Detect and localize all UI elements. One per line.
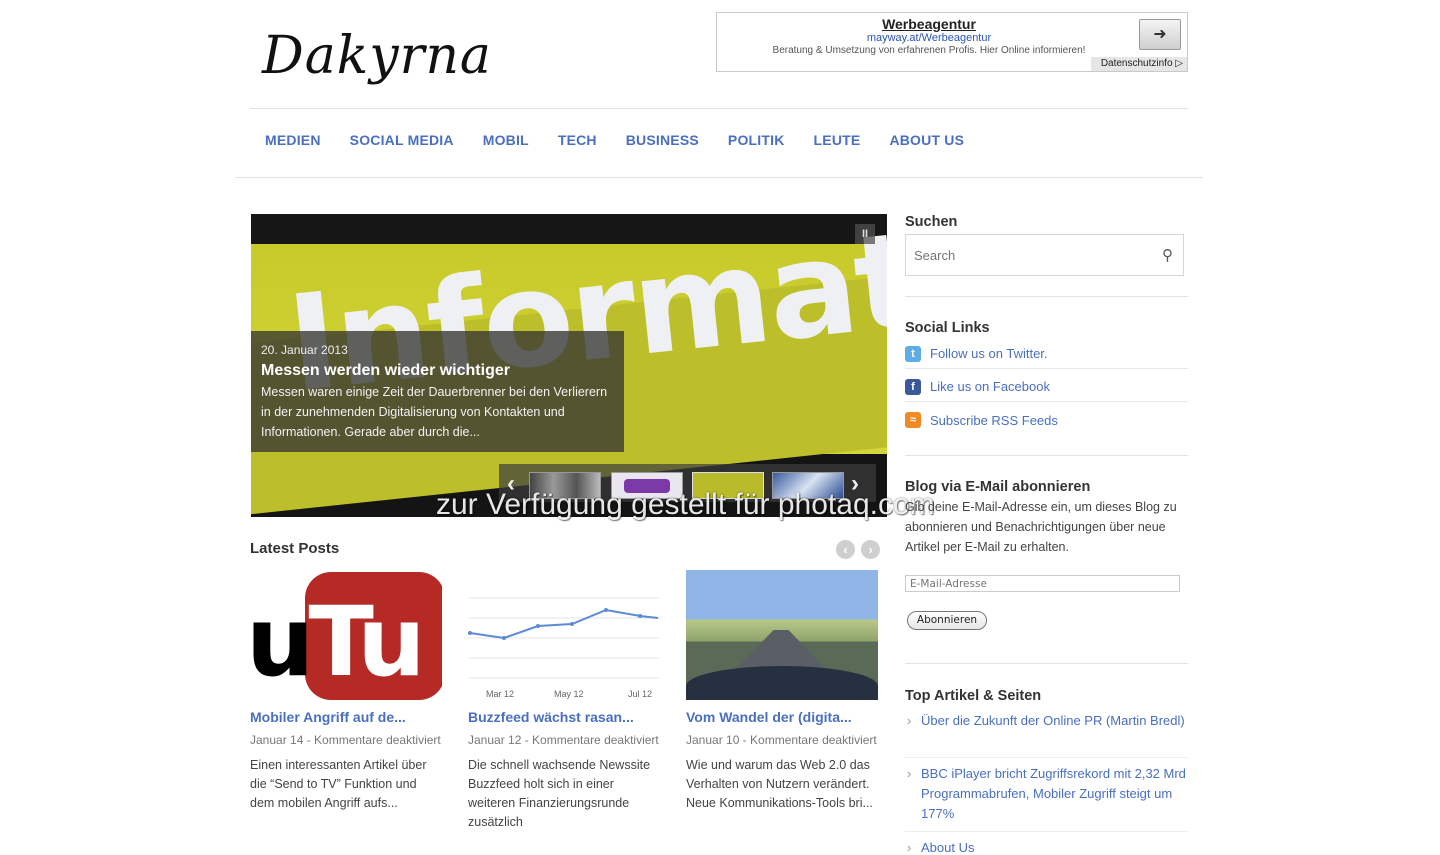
nav-divider xyxy=(235,177,1203,178)
top-article-link[interactable]: BBC iPlayer bricht Zugriffsrekord mit 2,… xyxy=(921,766,1186,821)
chart-tick-label: May 12 xyxy=(554,689,584,699)
rss-icon: ≈ xyxy=(905,412,921,428)
chevron-right-icon: › xyxy=(907,766,912,781)
top-article-item[interactable]: › BBC iPlayer bricht Zugriffsrekord mit … xyxy=(905,764,1188,824)
post-excerpt: Wie und warum das Web 2.0 das Verhalten … xyxy=(686,758,873,810)
top-article-item[interactable]: › Über die Zukunft der Online PR (Martin… xyxy=(905,711,1188,731)
chart-tick-label: Mar 12 xyxy=(486,689,514,699)
nav-mobil[interactable]: MOBIL xyxy=(483,132,529,148)
post-excerpt: Die schnell wachsende Newssite Buzzfeed … xyxy=(468,758,651,829)
social-links-title: Social Links xyxy=(905,320,990,336)
post-thumbnail[interactable]: Mar 12 May 12 Jul 12 xyxy=(468,570,660,700)
facebook-icon: f xyxy=(905,378,921,395)
email-field[interactable] xyxy=(905,575,1180,592)
pause-icon[interactable]: II xyxy=(855,224,875,244)
ad-url[interactable]: mayway.at/Werbeagentur xyxy=(717,32,1141,44)
post-card[interactable]: Vom Wandel der (digita... Januar 10 - Ko… xyxy=(686,570,878,813)
nav-business[interactable]: BUSINESS xyxy=(626,132,699,148)
search-box: ⚲ xyxy=(905,234,1184,276)
search-input[interactable] xyxy=(906,235,1136,275)
header-divider xyxy=(250,108,1188,109)
car-hood-image xyxy=(686,666,878,700)
post-meta: Januar 10 - Kommentare deaktiviert xyxy=(686,733,877,747)
chevron-left-icon[interactable]: ‹ xyxy=(836,540,855,559)
post-title[interactable]: Mobiler Angriff auf de... xyxy=(250,709,442,725)
list-divider xyxy=(905,831,1188,832)
nav-tech[interactable]: TECH xyxy=(558,132,597,148)
social-link-facebook[interactable]: f Like us on Facebook xyxy=(905,372,1188,402)
chevron-right-icon[interactable]: › xyxy=(861,540,880,559)
slide-date: 20. Januar 2013 xyxy=(261,343,348,357)
subscribe-button[interactable]: Abonnieren xyxy=(907,611,987,630)
nav-social-media[interactable]: SOCIAL MEDIA xyxy=(350,132,454,148)
chart-tick-label: Jul 12 xyxy=(628,689,652,699)
social-link-rss[interactable]: ≈ Subscribe RSS Feeds xyxy=(905,405,1188,435)
ad-privacy-info[interactable]: Datenschutzinfo ▷ xyxy=(1090,57,1187,71)
sidebar-divider xyxy=(905,296,1188,297)
nav-leute[interactable]: LEUTE xyxy=(814,132,861,148)
top-articles-title: Top Artikel & Seiten xyxy=(905,688,1042,704)
post-title[interactable]: Buzzfeed wächst rasan... xyxy=(468,709,660,725)
top-article-link[interactable]: About Us xyxy=(921,840,974,855)
post-thumbnail[interactable] xyxy=(686,570,878,700)
nav-politik[interactable]: POLITIK xyxy=(728,132,785,148)
top-article-item[interactable]: › About Us xyxy=(905,838,1188,855)
email-subscribe-title: Blog via E-Mail abonnieren xyxy=(905,479,1091,495)
twitter-link[interactable]: Follow us on Twitter. xyxy=(930,346,1048,361)
latest-posts-nav: ‹ › xyxy=(836,540,880,559)
search-widget-title: Suchen xyxy=(905,214,958,230)
rss-link[interactable]: Subscribe RSS Feeds xyxy=(930,413,1058,428)
site-logo[interactable]: Dakyrna xyxy=(262,26,532,96)
main-nav: MEDIEN SOCIAL MEDIA MOBIL TECH BUSINESS … xyxy=(265,132,993,148)
line-chart-thumbnail: Mar 12 May 12 Jul 12 xyxy=(468,597,660,699)
chevron-right-icon: › xyxy=(907,840,912,855)
social-link-twitter[interactable]: t Follow us on Twitter. xyxy=(905,339,1188,369)
twitter-icon: t xyxy=(905,345,921,362)
featured-slider[interactable]: Information II 20. Januar 2013 Messen we… xyxy=(251,214,887,517)
ad-title[interactable]: Werbeagentur xyxy=(717,16,1141,32)
list-divider xyxy=(905,757,1188,758)
post-card[interactable]: Mar 12 May 12 Jul 12 Buzzfeed wächst ras… xyxy=(468,570,660,832)
slide-caption[interactable]: 20. Januar 2013 Messen werden wieder wic… xyxy=(251,331,624,452)
ad-banner[interactable]: Werbeagentur mayway.at/Werbeagentur Bera… xyxy=(716,12,1188,72)
post-title[interactable]: Vom Wandel der (digita... xyxy=(686,709,878,725)
slide-excerpt: Messen waren einige Zeit der Dauerbrenne… xyxy=(261,385,608,439)
nav-medien[interactable]: MEDIEN xyxy=(265,132,321,148)
top-article-link[interactable]: Über die Zukunft der Online PR (Martin B… xyxy=(921,713,1185,728)
latest-posts-title: Latest Posts xyxy=(250,540,340,557)
chevron-right-icon: › xyxy=(907,713,912,728)
slide-title[interactable]: Messen werden wieder wichtiger xyxy=(261,362,614,380)
post-meta: Januar 12 - Kommentare deaktiviert xyxy=(468,733,659,747)
post-excerpt: Einen interessanten Artikel über die “Se… xyxy=(250,758,427,810)
ad-description: Beratung & Umsetzung von erfahrenen Prof… xyxy=(772,45,1086,56)
post-thumbnail[interactable]: uTu xyxy=(250,570,442,700)
post-meta: Januar 14 - Kommentare deaktiviert xyxy=(250,733,441,747)
ad-arrow-button[interactable]: ➜ xyxy=(1139,19,1181,50)
email-subscribe-text: Gib deine E-Mail-Adresse ein, um dieses … xyxy=(905,500,1177,554)
search-icon[interactable]: ⚲ xyxy=(1162,246,1173,264)
watermark: zur Verfügung gestellt für photaq.com xyxy=(436,488,935,521)
facebook-link[interactable]: Like us on Facebook xyxy=(930,379,1050,394)
youtube-logo-icon: uTu xyxy=(250,586,426,698)
sidebar-divider xyxy=(905,663,1188,664)
post-card[interactable]: uTu Mobiler Angriff auf de... Januar 14 … xyxy=(250,570,442,813)
nav-about-us[interactable]: ABOUT US xyxy=(889,132,964,148)
sidebar-divider xyxy=(905,455,1188,456)
